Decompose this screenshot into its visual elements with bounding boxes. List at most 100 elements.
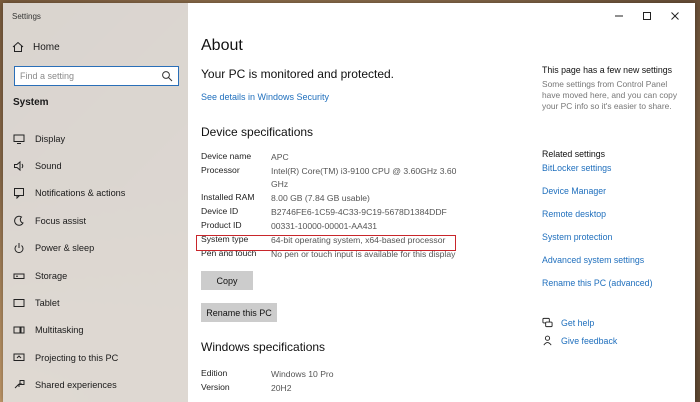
search-icon[interactable] [161, 70, 173, 82]
spec-row-installed-ram: Installed RAM 8.00 GB (7.84 GB usable) [201, 191, 471, 205]
sidebar-item-projecting[interactable]: Projecting to this PC [3, 344, 188, 371]
device-specs-heading: Device specifications [201, 125, 314, 139]
page-title: About [201, 37, 243, 54]
rename-pc-button[interactable]: Rename this PC [201, 303, 277, 322]
sidebar-item-label: Notifications & actions [35, 188, 126, 199]
copy-button[interactable]: Copy [201, 271, 253, 290]
maximize-button[interactable] [633, 6, 661, 26]
remote-desktop-link[interactable]: Remote desktop [542, 209, 606, 219]
home-label: Home [33, 41, 60, 53]
search-input[interactable] [20, 71, 161, 81]
multitasking-icon [13, 324, 25, 336]
spec-key: Device ID [201, 206, 239, 216]
sidebar-item-label: Display [35, 133, 66, 144]
spec-value: 8.00 GB (7.84 GB usable) [271, 193, 370, 203]
spec-key: Version [201, 382, 230, 392]
new-settings-panel: This page has a few new settings Some se… [542, 65, 682, 113]
new-settings-title: This page has a few new settings [542, 65, 673, 75]
sidebar-item-label: Focus assist [35, 215, 87, 226]
sidebar-item-tablet[interactable]: Tablet [3, 289, 188, 316]
spec-key: Product ID [201, 220, 242, 230]
windows-specs-heading: Windows specifications [201, 340, 326, 354]
spec-key: Processor [201, 165, 240, 175]
sidebar-item-sound[interactable]: Sound [3, 152, 188, 179]
related-settings-title: Related settings [542, 149, 606, 159]
give-feedback-icon [543, 335, 552, 346]
spec-row-system-type: System type 64-bit operating system, x64… [201, 233, 471, 247]
main-content: About Your PC is monitored and protected… [188, 3, 695, 402]
new-settings-body: Some settings from Control Panel have mo… [542, 79, 678, 112]
spec-key: Device name [201, 151, 252, 161]
get-help-link[interactable]: Get help [542, 317, 594, 328]
sidebar-item-label: Shared experiences [35, 380, 117, 391]
bitlocker-settings-link[interactable]: BitLocker settings [542, 163, 611, 173]
sidebar-nav: Display Sound Notifications & actions Fo… [3, 125, 188, 399]
sidebar-item-label: Sound [35, 161, 62, 172]
sidebar-item-display[interactable]: Display [3, 125, 188, 152]
spec-value: APC [271, 152, 289, 162]
get-help-label: Get help [561, 317, 595, 328]
spec-key: Pen and touch [201, 248, 257, 258]
sidebar-item-power-sleep[interactable]: Power & sleep [3, 235, 188, 262]
home-icon [12, 41, 24, 53]
sidebar-item-label: Storage [35, 270, 68, 281]
focus-assist-icon [13, 215, 25, 227]
spec-row-device-name: Device name APC [201, 150, 471, 164]
spec-value: 00331-10000-00001-AA431 [271, 221, 378, 231]
sidebar-item-shared-experiences[interactable]: Shared experiences [3, 372, 188, 399]
give-feedback-link[interactable]: Give feedback [542, 335, 617, 346]
home-nav-item[interactable]: Home [12, 41, 60, 53]
spec-row-edition: Edition Windows 10 Pro [201, 367, 334, 381]
rename-pc-advanced-link[interactable]: Rename this PC (advanced) [542, 278, 653, 288]
spec-row-product-id: Product ID 00331-10000-00001-AA431 [201, 219, 471, 233]
spec-value: No pen or touch input is available for t… [271, 249, 456, 259]
spec-key: System type [201, 234, 249, 244]
power-icon [13, 242, 25, 254]
sound-icon [13, 160, 25, 172]
give-feedback-label: Give feedback [561, 335, 618, 346]
spec-key: Edition [201, 368, 228, 378]
sidebar-item-multitasking[interactable]: Multitasking [3, 317, 188, 344]
device-specs-table: Device name APC Processor Intel(R) Core(… [201, 150, 471, 261]
minimize-icon [615, 15, 623, 17]
sidebar-item-label: Tablet [35, 298, 60, 309]
sidebar-item-label: Multitasking [35, 325, 84, 336]
windows-security-link[interactable]: See details in Windows Security [201, 92, 329, 102]
sidebar: Settings Home System Display Sound [3, 3, 188, 402]
windows-specs-table: Edition Windows 10 Pro Version 20H2 [201, 367, 334, 395]
projecting-icon [13, 352, 25, 364]
close-icon [671, 12, 679, 20]
device-manager-link[interactable]: Device Manager [542, 186, 606, 196]
spec-value: B2746FE6-1C59-4C33-9C19-5678D1384DDF [271, 207, 447, 217]
shared-experiences-icon [13, 379, 25, 391]
spec-key: Installed RAM [201, 192, 255, 202]
window-title: Settings [12, 12, 41, 21]
advanced-system-settings-link[interactable]: Advanced system settings [542, 255, 644, 265]
maximize-icon [643, 12, 651, 20]
spec-row-pen-touch: Pen and touch No pen or touch input is a… [201, 247, 471, 261]
tablet-icon [13, 297, 25, 309]
get-help-icon [542, 317, 553, 328]
spec-row-version: Version 20H2 [201, 381, 334, 395]
section-label-system: System [13, 97, 49, 108]
spec-row-device-id: Device ID B2746FE6-1C59-4C33-9C19-5678D1… [201, 205, 471, 219]
spec-value: 20H2 [271, 383, 292, 393]
spec-value: 64-bit operating system, x64-based proce… [271, 235, 446, 245]
search-box[interactable] [14, 66, 179, 86]
settings-window: Settings Home System Display Sound [3, 3, 695, 402]
system-protection-link[interactable]: System protection [542, 232, 612, 242]
sidebar-item-notifications[interactable]: Notifications & actions [3, 180, 188, 207]
window-controls [605, 6, 689, 26]
close-button[interactable] [661, 6, 689, 26]
spec-row-processor: Processor Intel(R) Core(TM) i3-9100 CPU … [201, 164, 471, 191]
sidebar-item-focus-assist[interactable]: Focus assist [3, 207, 188, 234]
spec-value: Intel(R) Core(TM) i3-9100 CPU @ 3.60GHz … [271, 166, 457, 189]
sidebar-item-label: Power & sleep [35, 243, 95, 254]
notifications-icon [13, 187, 25, 200]
sidebar-item-label: Projecting to this PC [35, 352, 119, 363]
display-icon [13, 133, 25, 145]
minimize-button[interactable] [605, 6, 633, 26]
protection-status: Your PC is monitored and protected. [201, 67, 395, 81]
sidebar-item-storage[interactable]: Storage [3, 262, 188, 289]
spec-value: Windows 10 Pro [271, 369, 334, 379]
